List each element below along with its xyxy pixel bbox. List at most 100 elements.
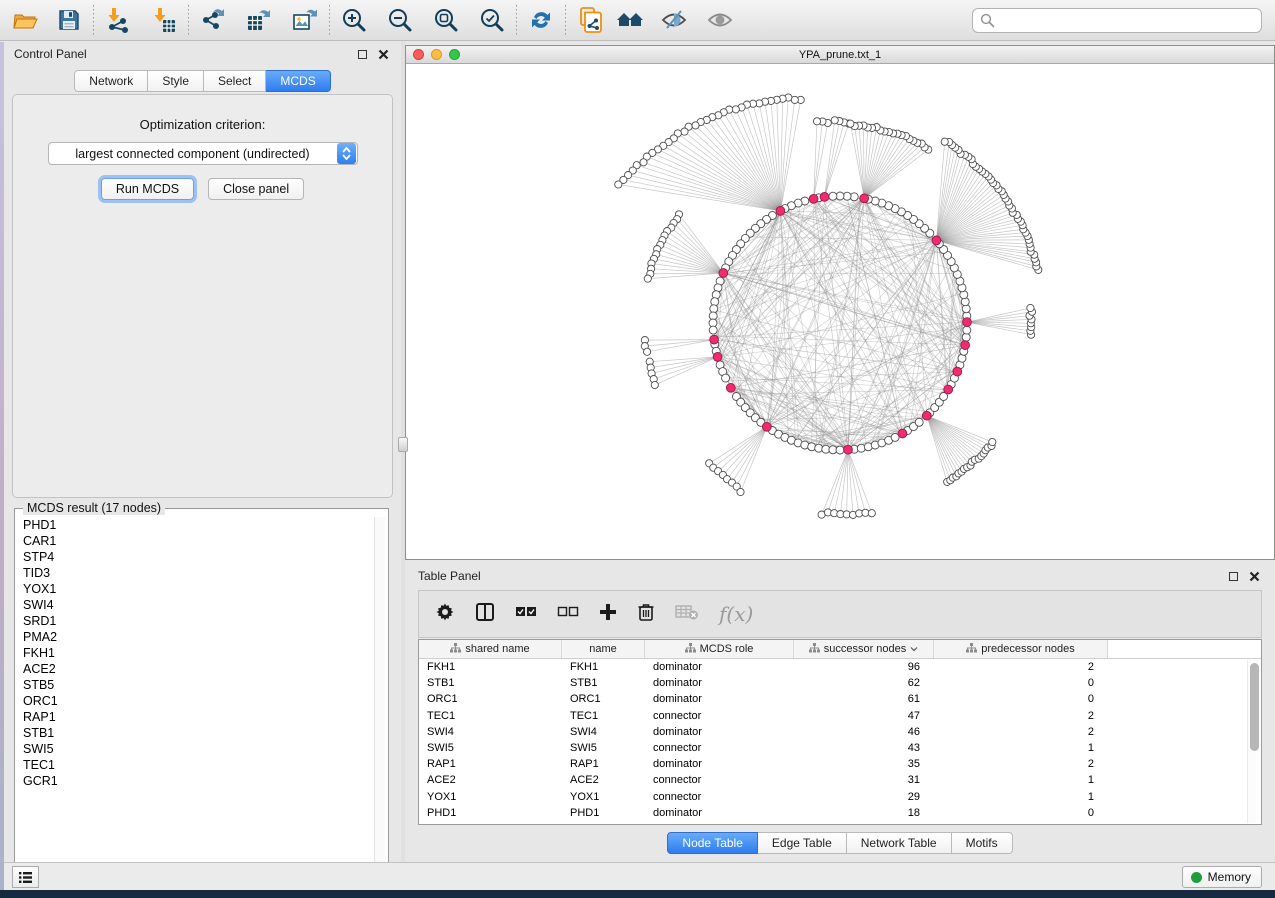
table-row[interactable]: FKH1FKH1dominator962	[419, 659, 1247, 675]
network-canvas[interactable]	[406, 65, 1274, 559]
graph-node[interactable]	[640, 159, 647, 166]
graph-node[interactable]	[963, 326, 971, 334]
mcds-result-item[interactable]: STB5	[16, 677, 376, 693]
graph-hub-node[interactable]	[776, 207, 785, 216]
graph-node[interactable]	[831, 117, 838, 124]
select-all-icon[interactable]	[515, 604, 537, 625]
close-table-panel-icon[interactable]	[1247, 569, 1262, 584]
graph-hub-node[interactable]	[961, 341, 970, 350]
zoom-in-icon[interactable]	[339, 5, 369, 35]
graph-node[interactable]	[732, 106, 739, 113]
graph-hub-node[interactable]	[963, 318, 972, 327]
mcds-result-item[interactable]: PHD1	[16, 517, 376, 533]
graph-node[interactable]	[829, 192, 837, 200]
column-header-predecessor-nodes[interactable]: predecessor nodes	[934, 640, 1108, 658]
graph-node[interactable]	[722, 374, 730, 382]
add-column-icon[interactable]	[599, 603, 617, 626]
refresh-icon[interactable]	[526, 5, 556, 35]
mcds-result-item[interactable]: TID3	[16, 565, 376, 581]
graph-node[interactable]	[692, 122, 699, 129]
graph-node[interactable]	[681, 128, 688, 135]
tab-mcds[interactable]: MCDS	[266, 70, 330, 92]
mcds-result-item[interactable]: PMA2	[16, 629, 376, 645]
task-history-button[interactable]	[12, 866, 39, 888]
table-row[interactable]: ACE2ACE2connector311	[419, 772, 1247, 788]
tab-network-table[interactable]: Network Table	[847, 832, 952, 854]
graph-hub-node[interactable]	[713, 353, 722, 362]
graph-node[interactable]	[644, 275, 651, 282]
tab-node-table[interactable]: Node Table	[667, 832, 758, 854]
gear-icon[interactable]	[435, 602, 455, 627]
table-scrollbar[interactable]	[1247, 660, 1260, 823]
graph-hub-node[interactable]	[844, 445, 853, 454]
table-row[interactable]: TEC1TEC1connector472	[419, 708, 1247, 724]
save-session-icon[interactable]	[54, 5, 84, 35]
graph-hub-node[interactable]	[932, 236, 941, 245]
show-eye-icon[interactable]	[705, 5, 735, 35]
unselect-all-icon[interactable]	[557, 604, 579, 625]
graph-node[interactable]	[813, 118, 820, 125]
close-panel-icon[interactable]	[376, 47, 391, 62]
memory-button[interactable]: Memory	[1182, 866, 1262, 888]
graph-hub-node[interactable]	[710, 335, 719, 344]
table-scrollbar-thumb[interactable]	[1250, 663, 1259, 751]
mcds-result-item[interactable]: YOX1	[16, 581, 376, 597]
graph-hub-node[interactable]	[762, 422, 771, 431]
tab-motifs[interactable]: Motifs	[952, 832, 1013, 854]
mcds-result-item[interactable]: FKH1	[16, 645, 376, 661]
graph-hub-node[interactable]	[953, 367, 962, 376]
mcds-result-item[interactable]: STP4	[16, 549, 376, 565]
hide-eye-icon[interactable]	[659, 5, 689, 35]
table-row[interactable]: YOX1YOX1connector291	[419, 789, 1247, 805]
graph-node[interactable]	[868, 510, 875, 517]
network-window-titlebar[interactable]: YPA_prune.txt_1	[406, 46, 1274, 64]
graph-node[interactable]	[847, 120, 854, 127]
graph-hub-node[interactable]	[860, 194, 869, 203]
table-row[interactable]: PHD1PHD1dominator180	[419, 805, 1247, 821]
table-row[interactable]: SWI4SWI4dominator462	[419, 724, 1247, 740]
export-network-icon[interactable]	[198, 5, 228, 35]
graph-node[interactable]	[651, 381, 658, 388]
close-panel-button[interactable]: Close panel	[208, 178, 304, 200]
splitter-grip[interactable]	[398, 437, 408, 452]
tab-network[interactable]: Network	[74, 70, 148, 92]
column-header-MCDS-role[interactable]: MCDS role	[645, 640, 794, 658]
graph-node[interactable]	[1027, 304, 1034, 311]
graph-hub-node[interactable]	[719, 269, 728, 278]
open-session-icon[interactable]	[10, 5, 40, 35]
graph-hub-node[interactable]	[898, 429, 907, 438]
mcds-result-item[interactable]: SRD1	[16, 613, 376, 629]
mcds-result-item[interactable]: ORC1	[16, 693, 376, 709]
graph-hub-node[interactable]	[944, 385, 953, 394]
delete-column-icon[interactable]	[637, 602, 655, 627]
tab-style[interactable]: Style	[148, 70, 204, 92]
criterion-select[interactable]: largest connected component (undirected)	[48, 142, 358, 165]
graph-node[interactable]	[737, 488, 744, 495]
mcds-result-item[interactable]: GCR1	[16, 773, 376, 789]
export-table-icon[interactable]	[244, 5, 274, 35]
table-row[interactable]: SWI5SWI5connector431	[419, 740, 1247, 756]
mcds-result-item[interactable]: TEC1	[16, 757, 376, 773]
mcds-result-item[interactable]: RAP1	[16, 709, 376, 725]
table-row[interactable]: ORC1ORC1dominator610	[419, 691, 1247, 707]
home-network-icon[interactable]	[615, 5, 645, 35]
graph-node[interactable]	[989, 438, 996, 445]
mcds-result-scrollbar[interactable]	[374, 517, 385, 877]
graph-hub-node[interactable]	[922, 411, 931, 420]
import-table-icon[interactable]	[149, 5, 179, 35]
graph-hub-node[interactable]	[726, 383, 735, 392]
columns-icon[interactable]	[475, 602, 495, 627]
mcds-result-item[interactable]: SWI5	[16, 741, 376, 757]
graph-node[interactable]	[709, 326, 717, 334]
table-row[interactable]: RAP1RAP1dominator352	[419, 756, 1247, 772]
graph-node[interactable]	[644, 348, 651, 355]
import-network-icon[interactable]	[103, 5, 133, 35]
graph-node[interactable]	[941, 138, 948, 145]
mcds-result-item[interactable]: SWI4	[16, 597, 376, 613]
zoom-fit-icon[interactable]	[431, 5, 461, 35]
search-input[interactable]	[972, 8, 1262, 33]
mcds-result-item[interactable]: CAR1	[16, 533, 376, 549]
export-image-icon[interactable]	[290, 5, 320, 35]
graph-node[interactable]	[915, 418, 923, 426]
mcds-result-item[interactable]: ACE2	[16, 661, 376, 677]
